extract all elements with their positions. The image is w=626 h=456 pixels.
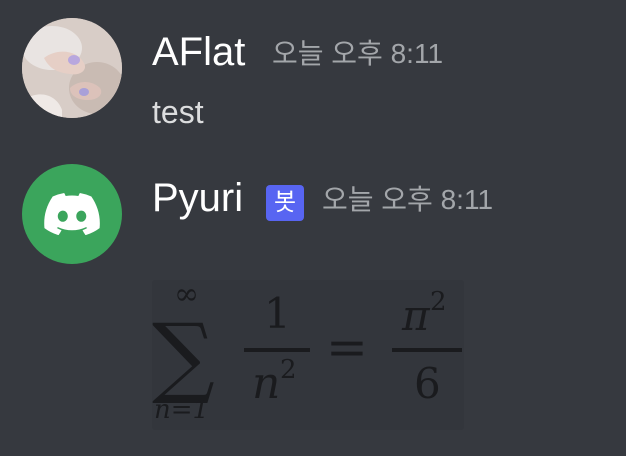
message-text: test [152,94,204,130]
user-avatar[interactable] [22,18,122,118]
latex-image-attachment[interactable]: ∞ ∑ n=1 1 n 2 = π 2 6 [152,277,464,430]
chat-messages: AFlat 오늘 오후 8:11 test Pyuri 봇 오늘 오후 8:11… [0,0,626,456]
timestamp[interactable]: 오늘 오후 8:11 [322,186,493,214]
message-item: AFlat 오늘 오후 8:11 test [0,0,626,140]
rhs-numerator: π [401,291,431,340]
rhs-fraction-bar [392,348,462,352]
sum-lower-bound: n=1 [154,395,209,425]
fraction-numerator: 1 [264,289,291,338]
username[interactable]: Pyuri [152,178,243,218]
fraction-denominator: n [252,358,280,409]
fraction-bar [244,348,310,352]
equals-sign: = [326,318,368,376]
bot-avatar[interactable] [22,164,122,264]
bot-tag: 봇 [266,185,304,221]
discord-logo-icon [44,193,100,235]
sum-symbol: ∑ [152,304,215,407]
denominator-exponent: 2 [280,355,297,385]
username[interactable]: AFlat [152,32,245,72]
rhs-denominator: 6 [414,359,441,408]
timestamp[interactable]: 오늘 오후 8:11 [272,40,443,68]
rhs-numerator-exponent: 2 [430,287,447,317]
formula-render: ∞ ∑ n=1 1 n 2 = π 2 6 [152,277,462,425]
user-photo-avatar-icon [22,18,122,118]
